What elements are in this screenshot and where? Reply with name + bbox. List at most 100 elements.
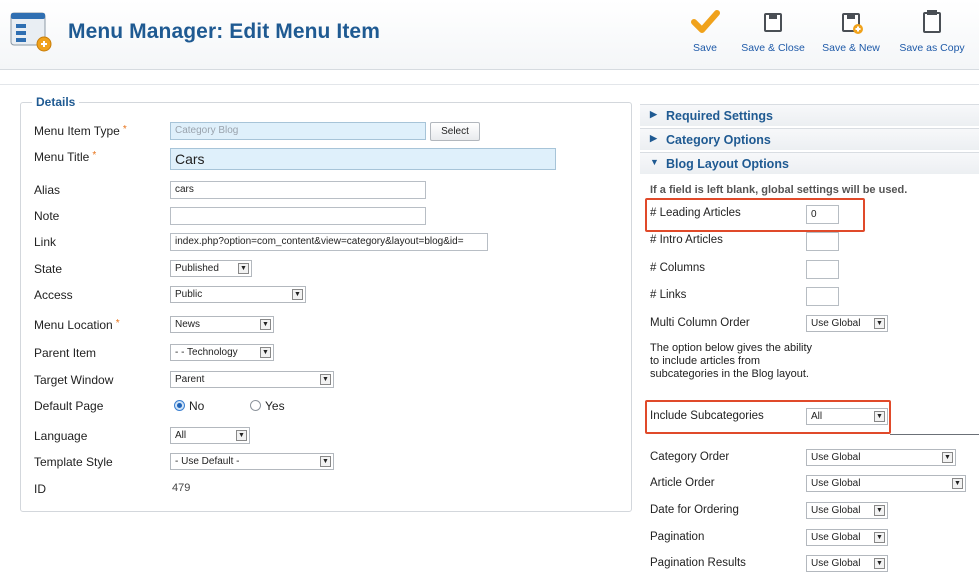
multi-column-order-value: Use Global (811, 318, 861, 329)
article-order-select[interactable]: Use Global ▼ (806, 475, 966, 492)
access-row: Access Public ▼ (34, 286, 354, 308)
parent-item-value: - - Technology (175, 347, 238, 358)
intro-articles-input[interactable] (806, 232, 839, 251)
article-order-value: Use Global (811, 478, 861, 489)
page-title: Menu Manager: Edit Menu Item (68, 20, 380, 43)
menu-title-label: Menu Title * (34, 150, 97, 164)
menu-location-value: News (175, 319, 201, 330)
menu-item-type-label: Menu Item Type * (34, 124, 127, 138)
chevron-down-icon: ▼ (942, 452, 953, 463)
category-options-header[interactable]: ▶ Category Options (640, 128, 979, 150)
pagination-value: Use Global (811, 532, 861, 543)
default-page-no-option[interactable]: No (174, 399, 204, 413)
article-order-label: Article Order (650, 477, 715, 489)
alias-input[interactable]: cars (170, 181, 426, 199)
save-close-button[interactable]: Save & Close (738, 6, 808, 62)
highlight-box (645, 400, 891, 434)
menu-title-input[interactable]: Cars (170, 148, 556, 170)
link-input[interactable]: index.php?option=com_content&view=catego… (170, 233, 488, 251)
date-for-ordering-select[interactable]: Use Global ▼ (806, 502, 888, 519)
pagination-row: Pagination Use Global ▼ (650, 529, 900, 551)
state-value: Published (175, 263, 219, 274)
chevron-down-icon: ▼ (874, 318, 885, 329)
menu-title-row: Menu Title * Cars (34, 148, 564, 170)
template-style-select[interactable]: - Use Default - ▼ (170, 453, 334, 470)
category-order-select[interactable]: Use Global ▼ (806, 449, 956, 466)
default-page-no-label: No (189, 399, 205, 413)
columns-label: # Columns (650, 262, 705, 274)
chevron-down-icon: ▼ (320, 456, 331, 467)
required-marker: * (92, 150, 97, 161)
language-select[interactable]: All ▼ (170, 427, 250, 444)
chevron-down-icon: ▼ (292, 289, 303, 300)
save-copy-icon (923, 10, 941, 33)
chevron-down-icon: ▼ (874, 532, 885, 543)
multi-column-order-select[interactable]: Use Global ▼ (806, 315, 888, 332)
category-options-label: Category Options (666, 133, 771, 147)
link-row: Link index.php?option=com_content&view=c… (34, 233, 494, 255)
links-row: # Links (650, 287, 850, 309)
target-window-label: Target Window (34, 373, 114, 387)
parent-item-row: Parent Item - - Technology ▼ (34, 344, 314, 366)
radio-selected-icon (174, 400, 185, 411)
header-divider (0, 84, 979, 85)
default-page-row: Default Page No Yes (34, 397, 334, 419)
date-for-ordering-label: Date for Ordering (650, 504, 739, 516)
note-label: Note (34, 209, 60, 223)
note-input[interactable] (170, 207, 426, 225)
highlight-box (645, 198, 865, 232)
check-icon (691, 10, 720, 33)
required-settings-header[interactable]: ▶ Required Settings (640, 104, 979, 126)
category-order-value: Use Global (811, 452, 861, 463)
pagination-select[interactable]: Use Global ▼ (806, 529, 888, 546)
access-value: Public (175, 289, 203, 300)
state-label: State (34, 262, 63, 276)
menu-manager-icon (10, 12, 52, 52)
menu-location-select[interactable]: News ▼ (170, 316, 274, 333)
id-label: ID (34, 482, 46, 496)
select-type-button[interactable]: Select (430, 122, 480, 141)
default-page-yes-option[interactable]: Yes (250, 399, 285, 413)
article-order-row: Article Order Use Global ▼ (650, 475, 972, 497)
multi-column-order-label: Multi Column Order (650, 317, 750, 329)
save-new-button[interactable]: Save & New (820, 6, 882, 62)
subcategories-note: The option below gives the ability to in… (650, 342, 813, 380)
alias-row: Alias cars (34, 181, 434, 203)
chevron-down-icon: ▼ (238, 263, 249, 274)
state-select[interactable]: Published ▼ (170, 260, 252, 277)
template-style-row: Template Style - Use Default - ▼ (34, 453, 384, 475)
access-select[interactable]: Public ▼ (170, 286, 306, 303)
blog-layout-options-header[interactable]: ▼ Blog Layout Options (640, 152, 979, 174)
chevron-down-icon: ▼ (260, 347, 271, 358)
menu-location-label: Menu Location * (34, 318, 120, 332)
links-input[interactable] (806, 287, 839, 306)
parent-item-select[interactable]: - - Technology ▼ (170, 344, 274, 361)
pagination-results-label: Pagination Results (650, 557, 746, 569)
intro-articles-label: # Intro Articles (650, 234, 723, 246)
target-window-value: Parent (175, 374, 205, 385)
save-close-icon (764, 13, 782, 32)
chevron-down-icon: ▼ (320, 374, 331, 385)
multi-column-order-row: Multi Column Order Use Global ▼ (650, 315, 900, 337)
required-marker: * (115, 318, 120, 329)
category-order-row: Category Order Use Global ▼ (650, 449, 970, 471)
columns-input[interactable] (806, 260, 839, 279)
triangle-right-icon: ▶ (650, 109, 657, 119)
id-value: 479 (172, 482, 191, 494)
date-for-ordering-value: Use Global (811, 505, 861, 516)
language-value: All (175, 430, 187, 441)
pagination-results-select[interactable]: Use Global ▼ (806, 555, 888, 572)
menu-location-row: Menu Location * News ▼ (34, 316, 314, 338)
save-new-label: Save & New (822, 42, 880, 54)
save-copy-button[interactable]: Save as Copy (897, 6, 967, 62)
template-style-value: - Use Default - (175, 456, 240, 467)
default-page-yes-label: Yes (265, 399, 285, 413)
required-marker: * (122, 124, 127, 135)
save-button[interactable]: Save (689, 6, 721, 62)
columns-row: # Columns (650, 260, 850, 282)
target-window-select[interactable]: Parent ▼ (170, 371, 334, 388)
triangle-right-icon: ▶ (650, 133, 657, 143)
note-row: Note (34, 207, 434, 229)
date-for-ordering-row: Date for Ordering Use Global ▼ (650, 502, 900, 524)
pagination-results-row: Pagination Results Use Global ▼ (650, 555, 900, 577)
